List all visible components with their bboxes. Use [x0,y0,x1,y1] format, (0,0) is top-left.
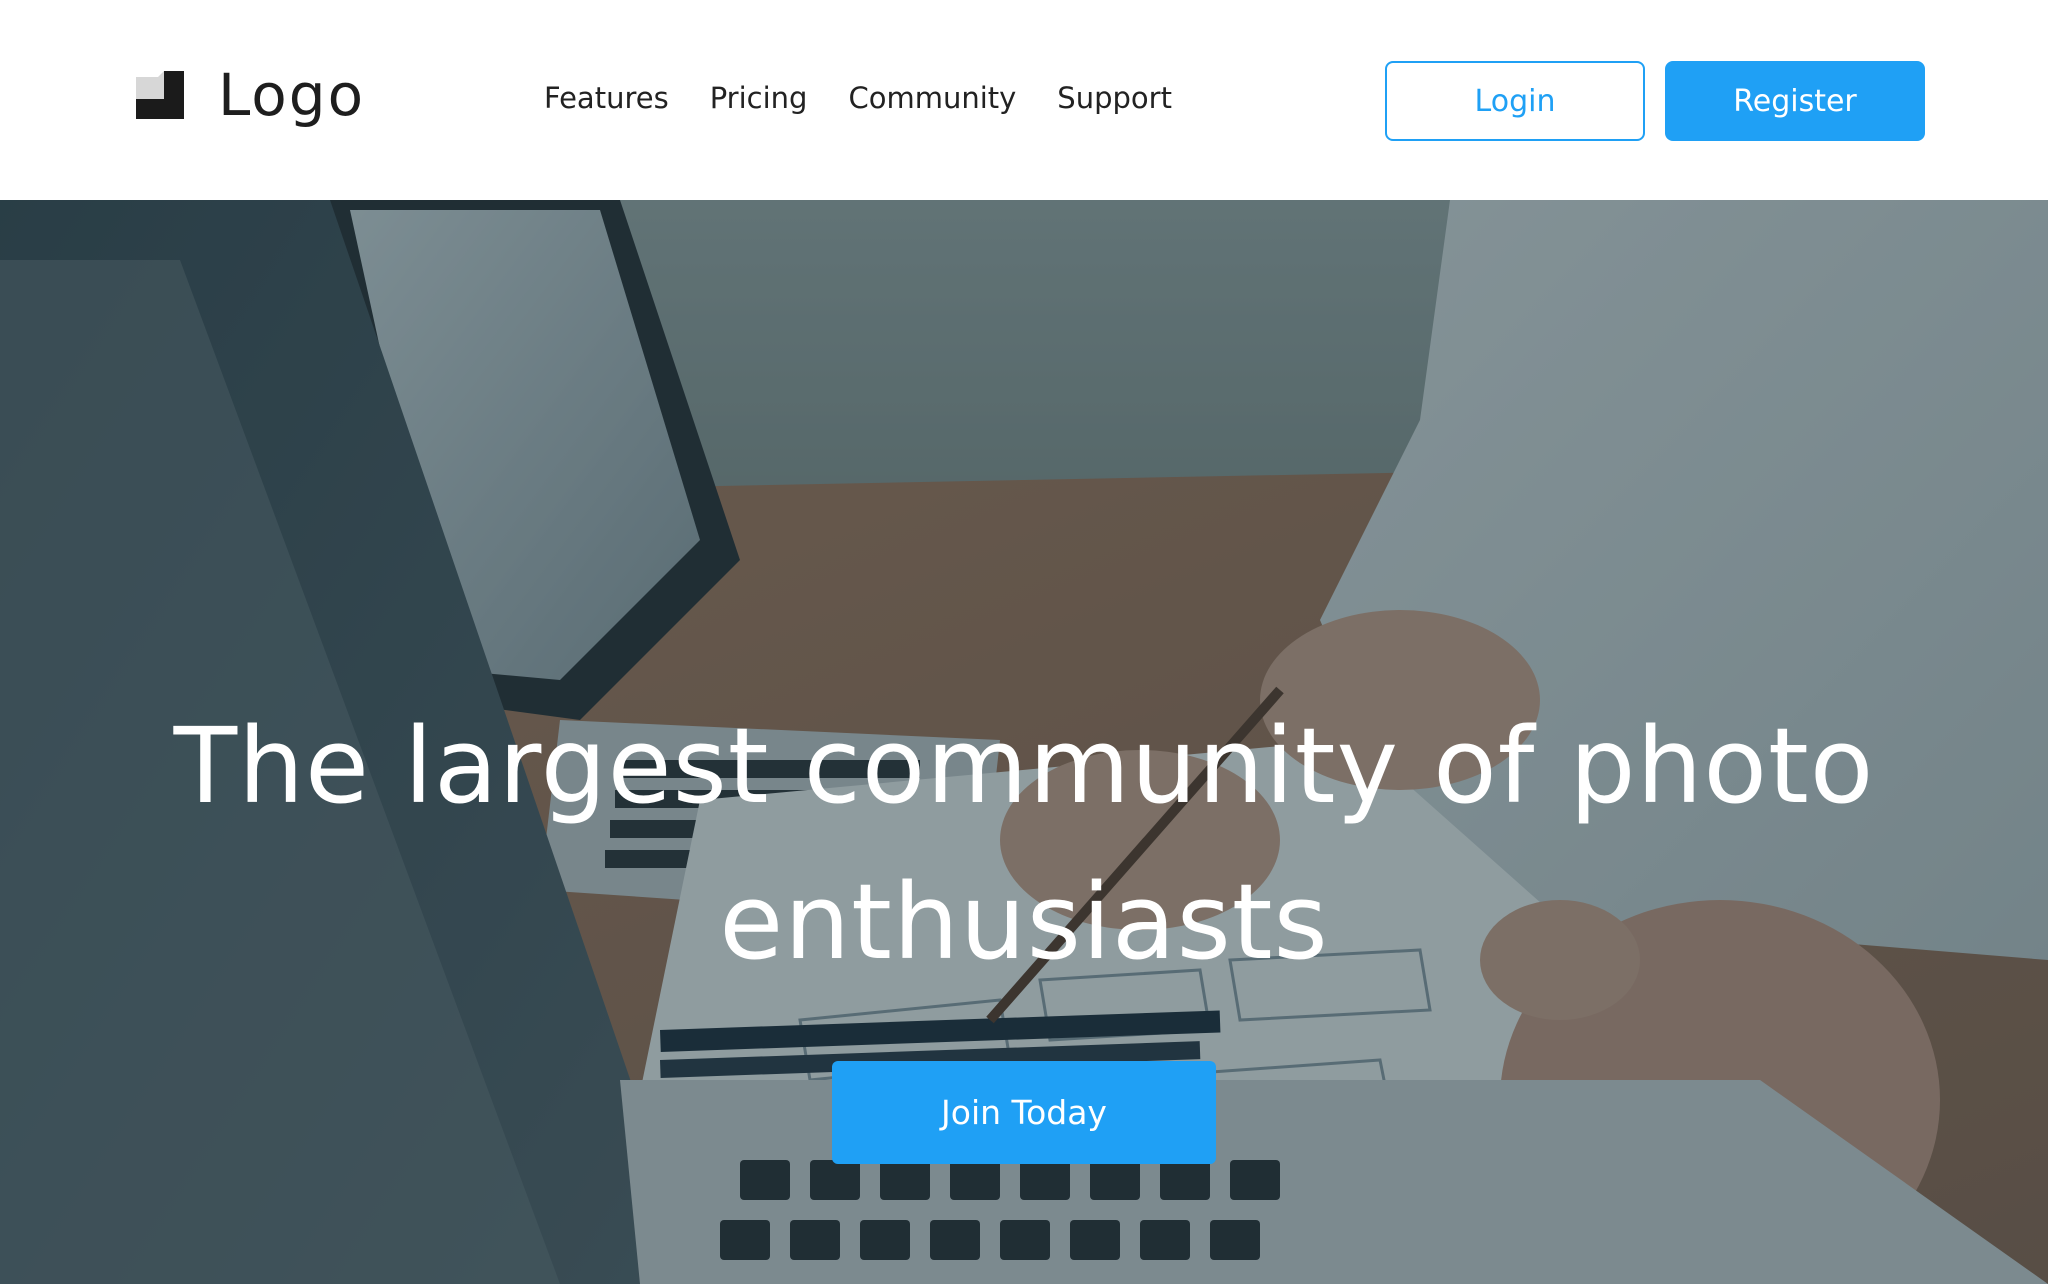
hero-section: The largest community of photo enthusias… [0,200,2048,1284]
nav-pricing[interactable]: Pricing [710,76,808,120]
nav-features[interactable]: Features [544,76,669,120]
hero-title: The largest community of photo enthusias… [173,705,1875,983]
register-button[interactable]: Register [1665,61,1925,141]
cube-logo-icon [136,71,184,119]
site-header: Logo Features Pricing Community Support … [0,0,2048,200]
join-today-button[interactable]: Join Today [832,1061,1216,1164]
nav-support[interactable]: Support [1057,76,1172,120]
nav-community[interactable]: Community [848,76,1016,120]
main-nav: Features Pricing Community Support [544,76,1172,120]
logo-text: Logo [218,61,366,129]
login-button[interactable]: Login [1385,61,1645,141]
logo-link[interactable]: Logo [136,62,365,128]
